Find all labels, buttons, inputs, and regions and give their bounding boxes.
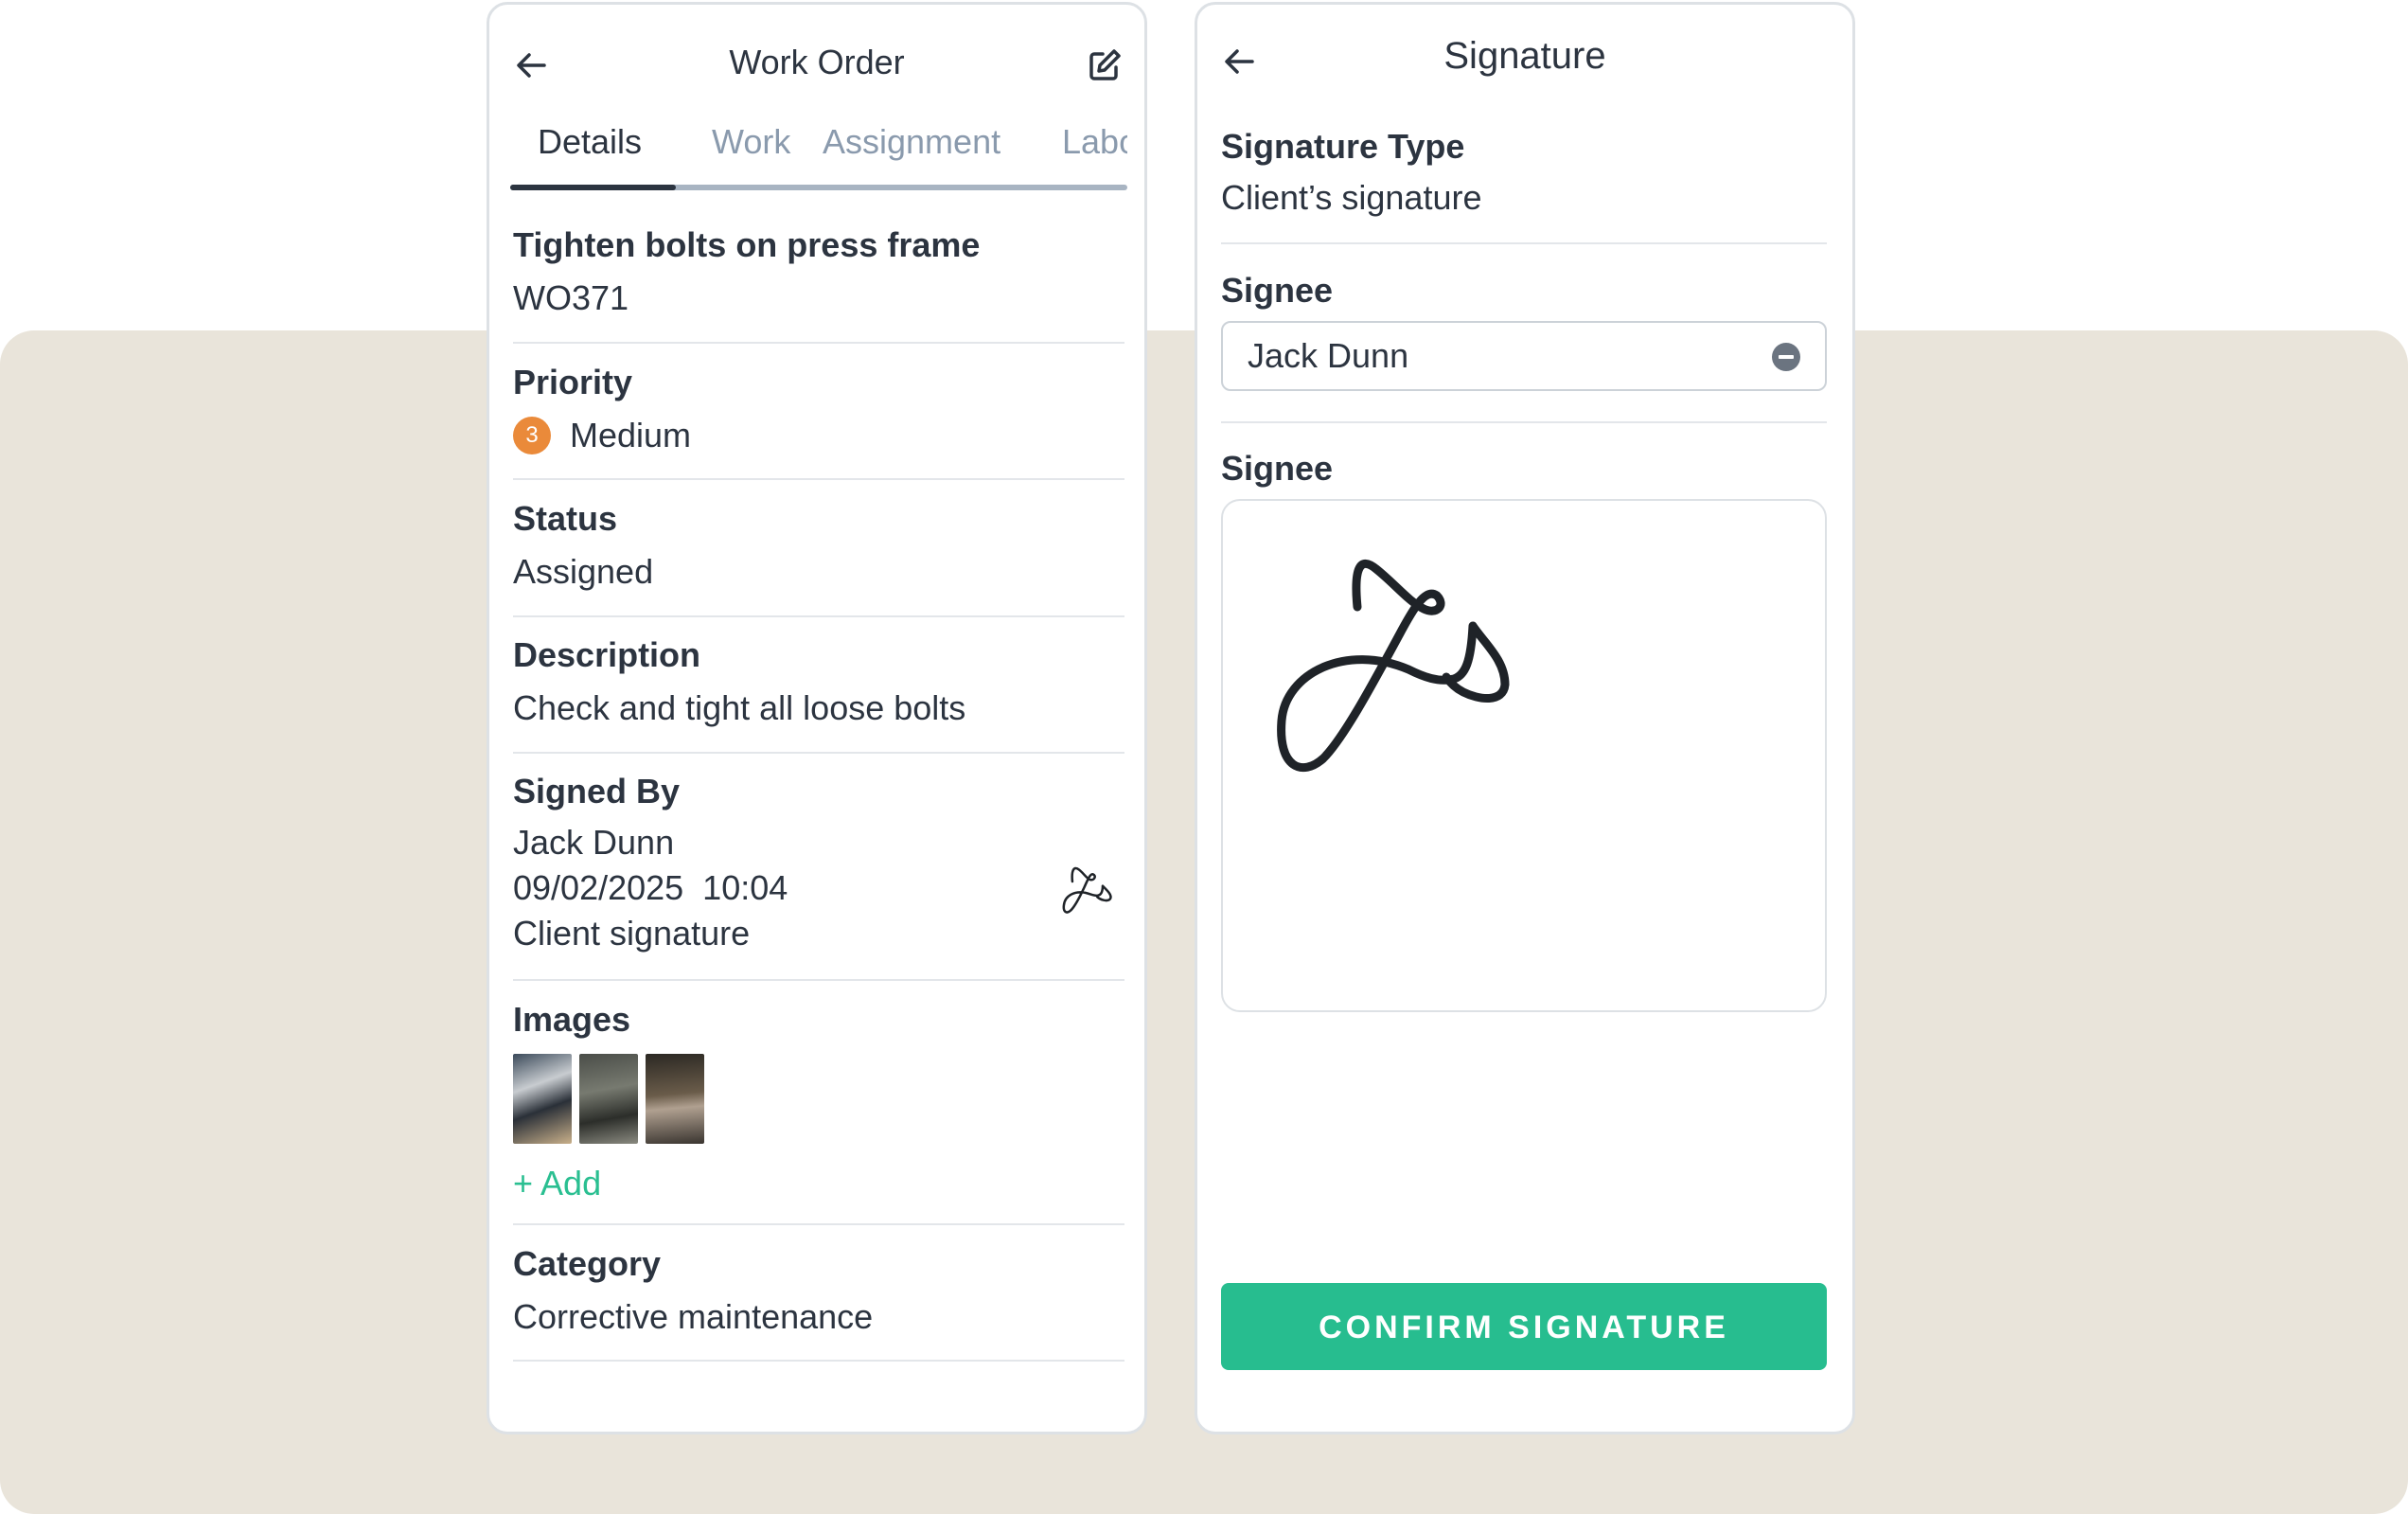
signed-by-datetime: 09/02/2025 10:04 xyxy=(513,868,788,907)
priority-section: Priority 3 Medium xyxy=(513,362,1124,458)
divider xyxy=(513,478,1124,480)
tab-active-indicator xyxy=(510,185,676,190)
tab-assignment[interactable]: Assignment xyxy=(823,122,1000,162)
signature-type-value: Client’s signature xyxy=(1221,178,1482,217)
signature-type-section: Signature Type Client’s signature xyxy=(1221,126,1827,221)
priority-badge: 3 xyxy=(513,417,551,454)
description-value: Check and tight all loose bolts xyxy=(513,688,966,727)
confirm-signature-button[interactable]: CONFIRM SIGNATURE xyxy=(1221,1283,1827,1370)
signature-screen: Signature Signature Type Client’s signat… xyxy=(1195,2,1855,1434)
divider xyxy=(513,342,1124,344)
priority-value: Medium xyxy=(570,416,692,454)
signed-by-section: Signed By Jack Dunn 09/02/2025 10:04 Cli… xyxy=(513,771,1124,960)
canvas: Work Order Details Work Assignment Labor… xyxy=(0,0,2408,1514)
work-order-screen: Work Order Details Work Assignment Labor… xyxy=(487,2,1147,1434)
divider xyxy=(513,752,1124,754)
signee-label: Signee xyxy=(1221,271,1334,310)
work-order-name: Tighten bolts on press frame xyxy=(513,225,981,264)
status-section: Status Assigned xyxy=(513,498,1124,595)
category-value: Corrective maintenance xyxy=(513,1297,874,1336)
signature-pad-label: Signee xyxy=(1221,449,1334,488)
work-order-code: WO371 xyxy=(513,278,629,317)
divider xyxy=(513,1223,1124,1225)
images-section: Images + Add xyxy=(513,999,1124,1206)
signee-input[interactable] xyxy=(1221,321,1827,391)
priority-row: 3 Medium xyxy=(513,413,1124,458)
image-thumbnail[interactable] xyxy=(646,1054,704,1144)
signed-by-type: Client signature xyxy=(513,914,751,953)
work-order-title-section: Tighten bolts on press frame WO371 xyxy=(513,224,1124,321)
tab-work[interactable]: Work xyxy=(712,122,790,162)
work-order-header: Work Order xyxy=(489,5,1144,118)
priority-label: Priority xyxy=(513,363,633,401)
signee-field-section: Signee xyxy=(1221,270,1827,312)
divider xyxy=(513,1360,1124,1362)
images-label: Images xyxy=(513,1000,631,1039)
page-title: Work Order xyxy=(729,43,905,81)
signed-by-label: Signed By xyxy=(513,772,681,810)
clear-circle-icon[interactable] xyxy=(1771,342,1801,372)
image-thumbnail[interactable] xyxy=(513,1054,572,1144)
divider xyxy=(513,979,1124,981)
signature-pad[interactable] xyxy=(1221,499,1827,1012)
divider xyxy=(1221,242,1827,244)
edit-icon[interactable] xyxy=(1086,46,1124,84)
category-section: Category Corrective maintenance xyxy=(513,1243,1124,1340)
status-label: Status xyxy=(513,499,618,538)
divider xyxy=(1221,421,1827,423)
image-thumbnails xyxy=(513,1054,1124,1144)
status-value: Assigned xyxy=(513,552,654,591)
tab-details[interactable]: Details xyxy=(538,122,642,162)
description-label: Description xyxy=(513,635,701,674)
add-image-button[interactable]: + Add xyxy=(513,1161,601,1206)
signed-by-name: Jack Dunn xyxy=(513,823,675,862)
signature-pad-section: Signee xyxy=(1221,448,1827,490)
image-thumbnail[interactable] xyxy=(579,1054,638,1144)
tab-bar: Details Work Assignment Labor xyxy=(510,122,1127,188)
category-label: Category xyxy=(513,1244,662,1283)
divider xyxy=(513,615,1124,617)
page-title: Signature xyxy=(1443,35,1606,77)
description-section: Description Check and tight all loose bo… xyxy=(513,634,1124,731)
signature-type-label: Signature Type xyxy=(1221,127,1465,166)
signature-thumbnail[interactable] xyxy=(1056,856,1124,924)
tab-labor[interactable]: Labor xyxy=(1062,122,1127,162)
signature-drawing xyxy=(1277,560,1510,772)
